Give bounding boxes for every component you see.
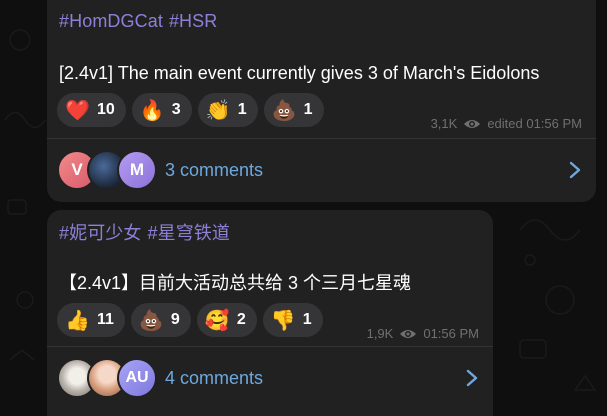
chevron-right-icon [569,161,581,179]
commenter-avatars: V M [57,150,157,190]
comments-button[interactable]: AU 4 comments [47,350,493,406]
post-message-text: 【2.4v1】目前大活动总共给 3 个三月七星魂 [59,273,412,293]
post-timestamp: 01:56 PM [423,326,479,341]
reaction-button[interactable]: 💩 1 [263,93,324,127]
avatar: AU [117,358,157,398]
reaction-count: 10 [97,101,115,118]
smiling-face-with-hearts-icon: 🥰 [204,308,230,332]
reaction-count: 3 [171,101,181,118]
comments-count-label: 4 comments [165,367,264,388]
reaction-button[interactable]: 🥰 2 [196,303,257,337]
post-hashtags: #妮可少女 #星穹铁道 [59,219,236,245]
thumbs-down-icon: 👎 [270,308,296,332]
pile-of-poo-icon: 💩 [271,98,297,122]
channel-post: #HomDGCat #HSR [2.4v1] The main event cur… [47,0,596,202]
avatar: M [117,150,157,190]
reaction-count: 11 [97,311,114,328]
post-message-text: [2.4v1] The main event currently gives 3… [59,63,540,83]
hashtag-link[interactable]: #HomDGCat [59,11,163,31]
reaction-bar: 👍 11 💩 9 🥰 2 👎 1 [57,303,323,337]
view-count: 3,1K [430,116,458,131]
reaction-button[interactable]: 👎 1 [262,303,323,337]
post-timestamp: edited 01:56 PM [487,116,582,131]
reaction-count: 2 [236,311,246,328]
reaction-button[interactable]: 👏 1 [197,93,258,127]
fire-icon: 🔥 [139,98,165,122]
view-count: 1,9K [366,326,394,341]
chevron-right-icon [466,369,478,387]
reaction-bar: ❤️ 10 🔥 3 👏 1 💩 1 [57,93,324,127]
red-heart-icon: ❤️ [65,98,90,122]
eye-icon [464,119,481,128]
reaction-count: 1 [302,311,312,328]
hashtag-link[interactable]: #妮可少女 [59,223,142,243]
pile-of-poo-icon: 💩 [138,308,164,332]
hashtag-link[interactable]: #星穹铁道 [148,223,231,243]
post-hashtags: #HomDGCat #HSR [59,11,223,32]
post-meta: 1,9K 01:56 PM [367,326,479,341]
comments-count-label: 3 comments [165,159,264,180]
reaction-count: 9 [170,311,180,328]
post-meta: 3,1K edited 01:56 PM [431,116,582,131]
reaction-button[interactable]: 🔥 3 [131,93,192,127]
divider [47,138,596,139]
divider [47,346,493,347]
channel-post: #妮可少女 #星穹铁道 【2.4v1】目前大活动总共给 3 个三月七星魂 👍 11… [47,210,493,416]
reaction-count: 1 [303,101,313,118]
thumbs-up-icon: 👍 [65,308,90,332]
eye-icon [400,329,417,338]
reaction-button[interactable]: 💩 9 [130,303,191,337]
commenter-avatars: AU [57,358,157,398]
reaction-button[interactable]: 👍 11 [57,303,125,337]
clapping-hands-icon: 👏 [205,98,231,122]
hashtag-link[interactable]: #HSR [169,11,217,31]
comments-button[interactable]: V M 3 comments [47,142,596,198]
reaction-count: 1 [237,101,247,118]
reaction-button[interactable]: ❤️ 10 [57,93,126,127]
